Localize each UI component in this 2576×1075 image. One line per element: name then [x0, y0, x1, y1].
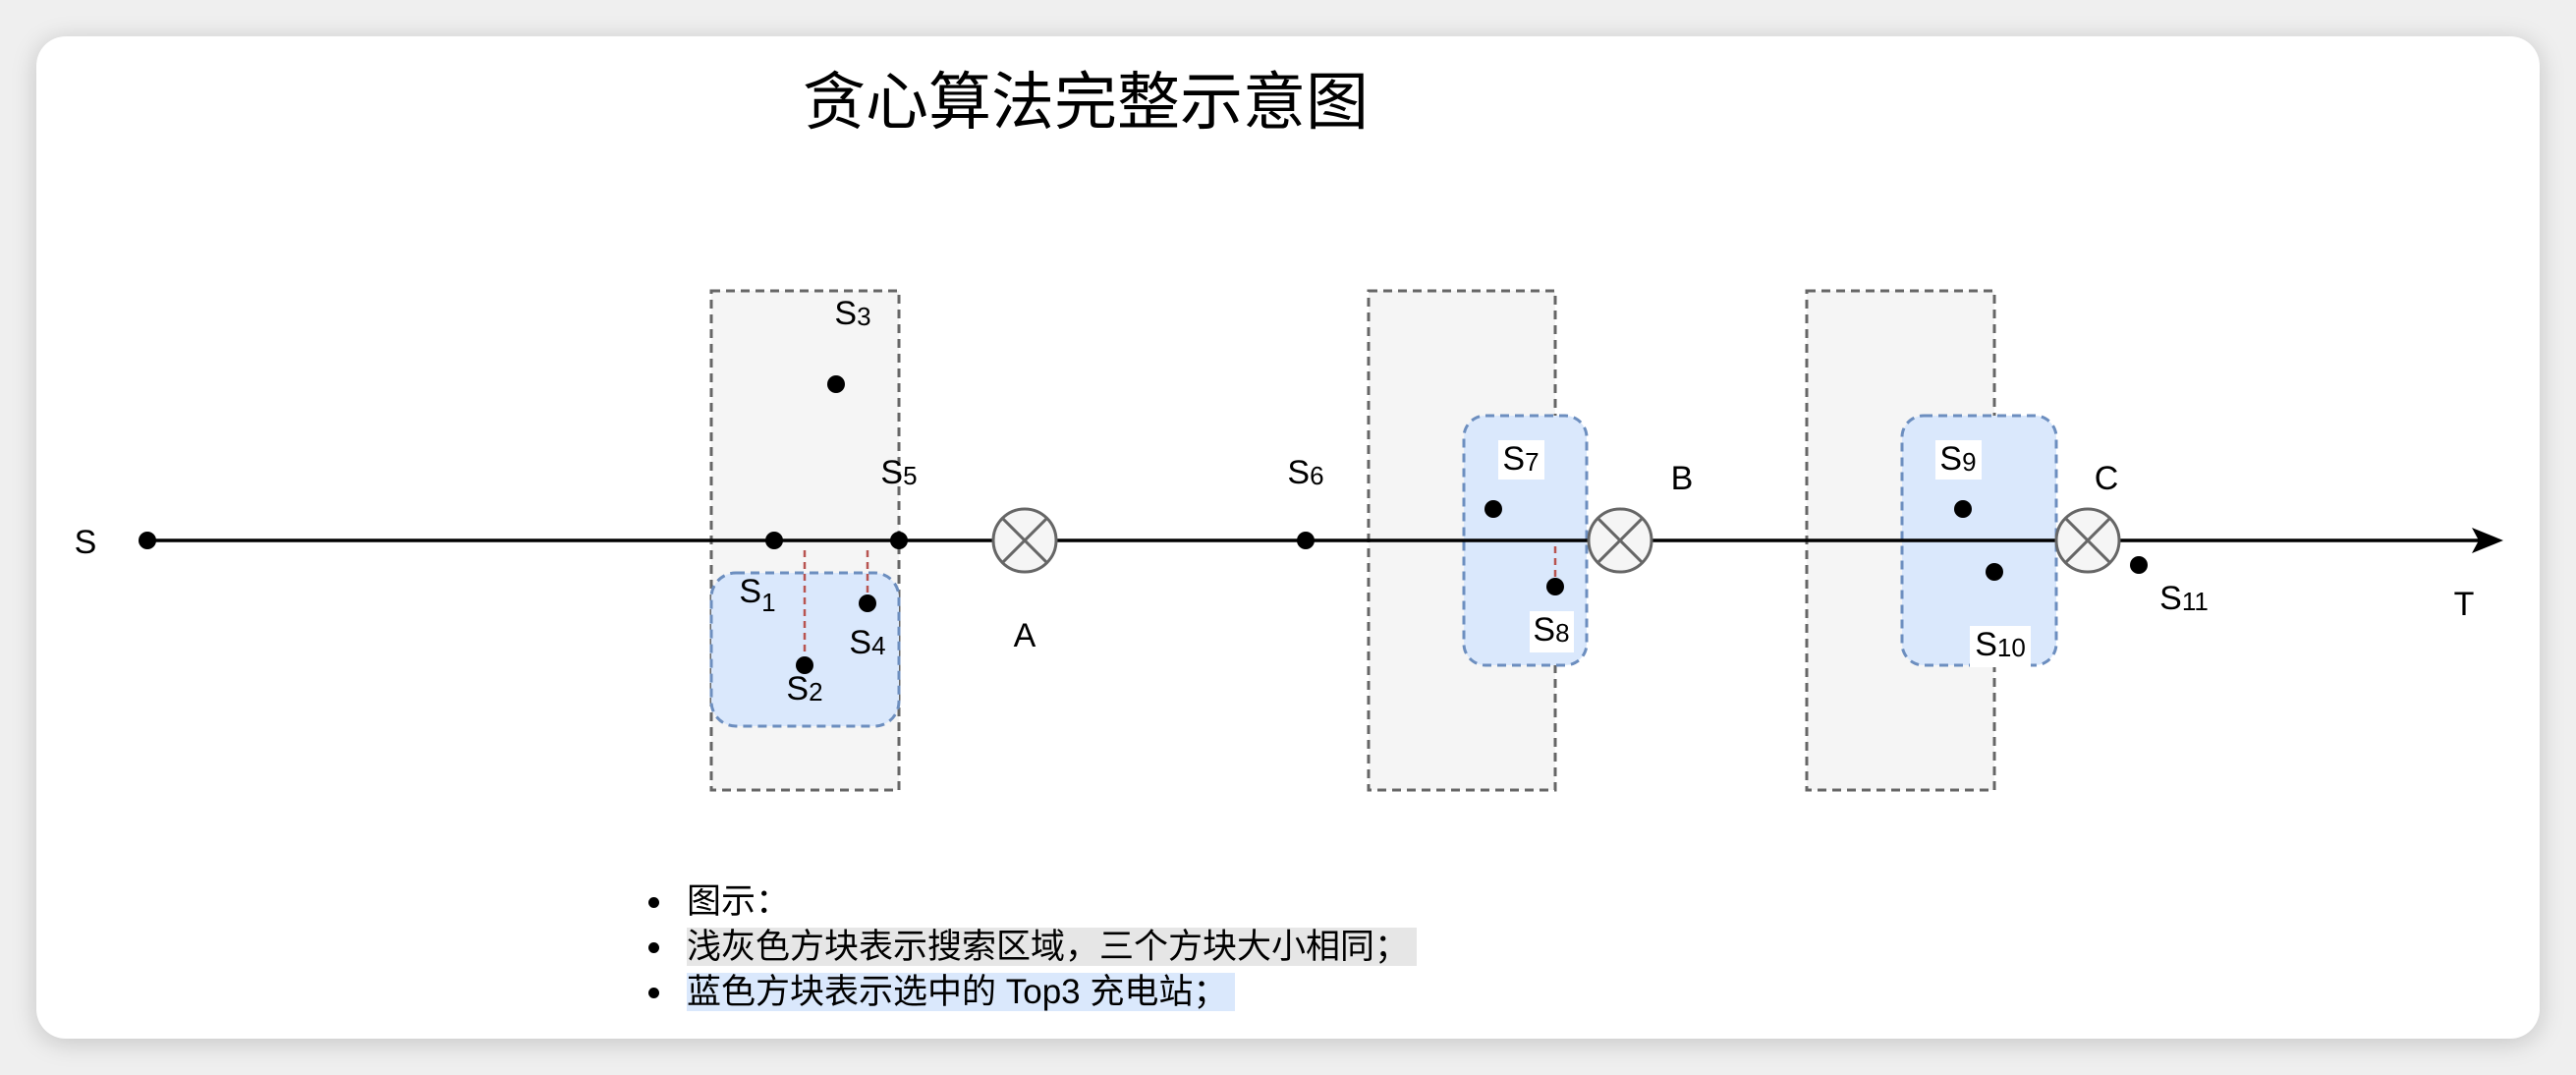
point-s8-dot	[1546, 578, 1564, 595]
point-s4-dot	[859, 594, 876, 612]
point-s6-label-index: 6	[1310, 461, 1323, 490]
station-a-marker-icon	[991, 507, 1058, 574]
point-s10-label-letter: S	[1975, 626, 1997, 663]
point-s5-label-letter: S	[880, 454, 903, 491]
point-s8-label-index: 8	[1555, 618, 1569, 648]
point-s4-label-letter: S	[849, 624, 871, 661]
point-s4-label-index: 4	[871, 631, 885, 660]
point-s9-dot	[1954, 500, 1972, 518]
point-s7-label-index: 7	[1525, 447, 1539, 477]
point-s9-label-letter: S	[1939, 440, 1962, 478]
point-s7-dot	[1484, 500, 1502, 518]
point-s5-label-index: 5	[903, 461, 917, 490]
legend-heading: 图示：	[644, 879, 1417, 925]
legend-item-selected-text: 蓝色方块表示选中的 Top3 充电站；	[687, 973, 1236, 1011]
legend-item-selected: 蓝色方块表示选中的 Top3 充电站；	[644, 970, 1417, 1015]
point-s10-dot	[1986, 563, 2003, 581]
point-s7-label-letter: S	[1502, 440, 1525, 478]
end-label: T	[2454, 586, 2475, 623]
point-s6-label-letter: S	[1287, 454, 1310, 491]
point-s8-label-letter: S	[1533, 611, 1555, 649]
point-s1-dot	[765, 532, 783, 549]
legend-item-search-area: 浅灰色方块表示搜索区域，三个方块大小相同；	[644, 925, 1418, 970]
station-b-marker-icon	[1587, 507, 1653, 574]
point-s3-label-letter: S	[834, 295, 857, 332]
station-b-label: B	[1671, 460, 1694, 497]
point-s11-label-index: 11	[2182, 587, 2209, 616]
diagram-title: 贪心算法完整示意图	[803, 67, 1369, 138]
point-s11-label: S11	[2159, 580, 2209, 617]
legend-heading-text: 图示：	[687, 882, 791, 921]
point-s11-label-letter: S	[2159, 580, 2182, 617]
point-s9-label-index: 9	[1962, 447, 1976, 477]
point-s3-label-index: 3	[857, 302, 870, 331]
point-s1-label-index: 1	[761, 588, 775, 617]
station-a-label: A	[1014, 617, 1036, 654]
point-s3-dot	[827, 375, 845, 393]
point-s6-label: S6	[1287, 454, 1323, 491]
point-s5-label: S5	[880, 454, 917, 491]
point-s5-dot	[890, 532, 908, 549]
point-s10-label-index: 10	[1997, 633, 2026, 662]
point-s1-label-letter: S	[739, 573, 761, 610]
start-point-dot	[139, 532, 156, 549]
station-c-label: C	[2095, 460, 2119, 497]
station-c-marker-icon	[2054, 507, 2121, 574]
point-s6-dot	[1297, 532, 1315, 549]
point-s11-dot	[2130, 556, 2148, 574]
point-s2-label-index: 2	[809, 677, 822, 707]
legend-item-search-area-text: 浅灰色方块表示搜索区域，三个方块大小相同；	[687, 928, 1418, 966]
legend-list: 图示： 浅灰色方块表示搜索区域，三个方块大小相同； 蓝色方块表示选中的 Top3…	[644, 879, 1418, 1015]
start-label: S	[75, 524, 97, 561]
point-s2-label-letter: S	[786, 670, 809, 707]
